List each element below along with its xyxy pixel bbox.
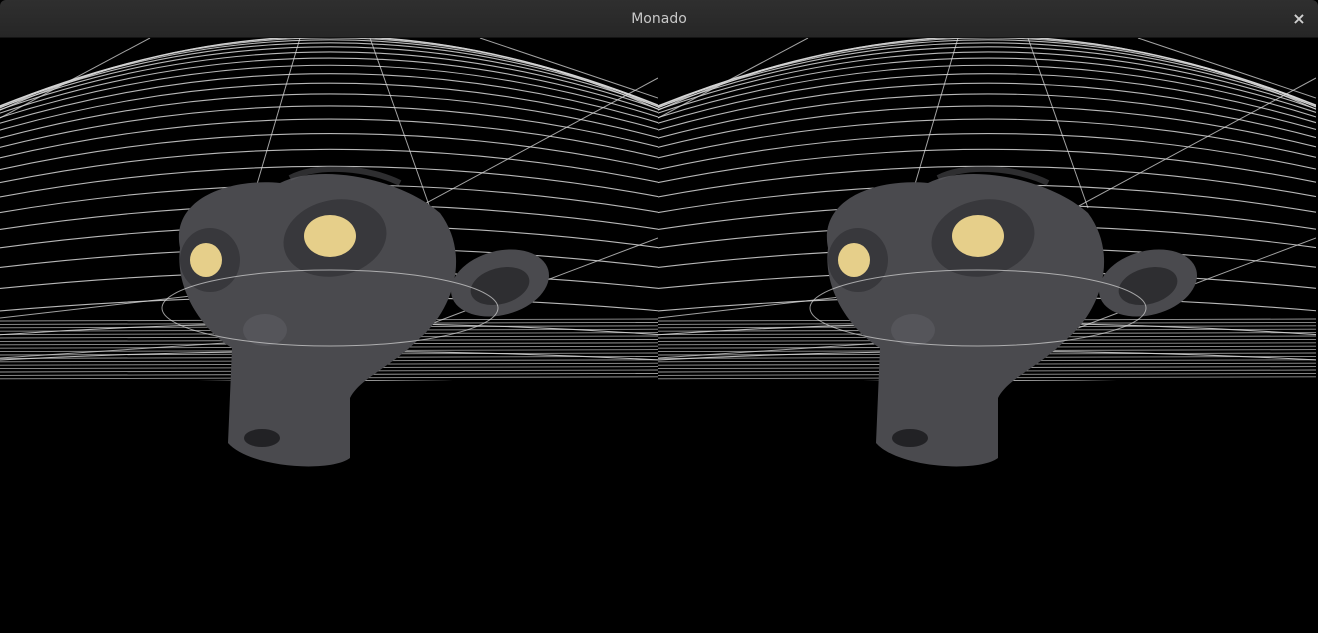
window-title: Monado bbox=[631, 11, 687, 27]
grid-line bbox=[658, 105, 1316, 148]
grid-line bbox=[658, 57, 1316, 114]
close-button[interactable]: × bbox=[1288, 8, 1310, 30]
close-icon: × bbox=[1292, 9, 1306, 28]
left-eye-view bbox=[0, 38, 658, 633]
stereo-viewport[interactable] bbox=[0, 38, 1318, 633]
grid-line bbox=[0, 38, 151, 119]
grid-line bbox=[1027, 38, 1089, 209]
right-eye-view bbox=[658, 38, 1316, 633]
grid-line bbox=[0, 105, 658, 148]
grid-line bbox=[658, 51, 1316, 111]
grid-line bbox=[658, 38, 1316, 108]
grid-line bbox=[658, 38, 809, 119]
grid-line bbox=[0, 57, 658, 114]
grid-line bbox=[658, 93, 1316, 139]
grid-line bbox=[658, 133, 1316, 171]
title-bar[interactable]: Monado × bbox=[0, 0, 1318, 38]
grid-line bbox=[0, 51, 658, 111]
grid-line bbox=[0, 93, 658, 139]
grid-line bbox=[0, 38, 658, 108]
app-window: Monado × bbox=[0, 0, 1318, 633]
grid-line bbox=[658, 42, 1316, 107]
grid-line bbox=[0, 42, 658, 107]
grid-line bbox=[0, 38, 658, 109]
grid-line bbox=[658, 38, 1316, 109]
